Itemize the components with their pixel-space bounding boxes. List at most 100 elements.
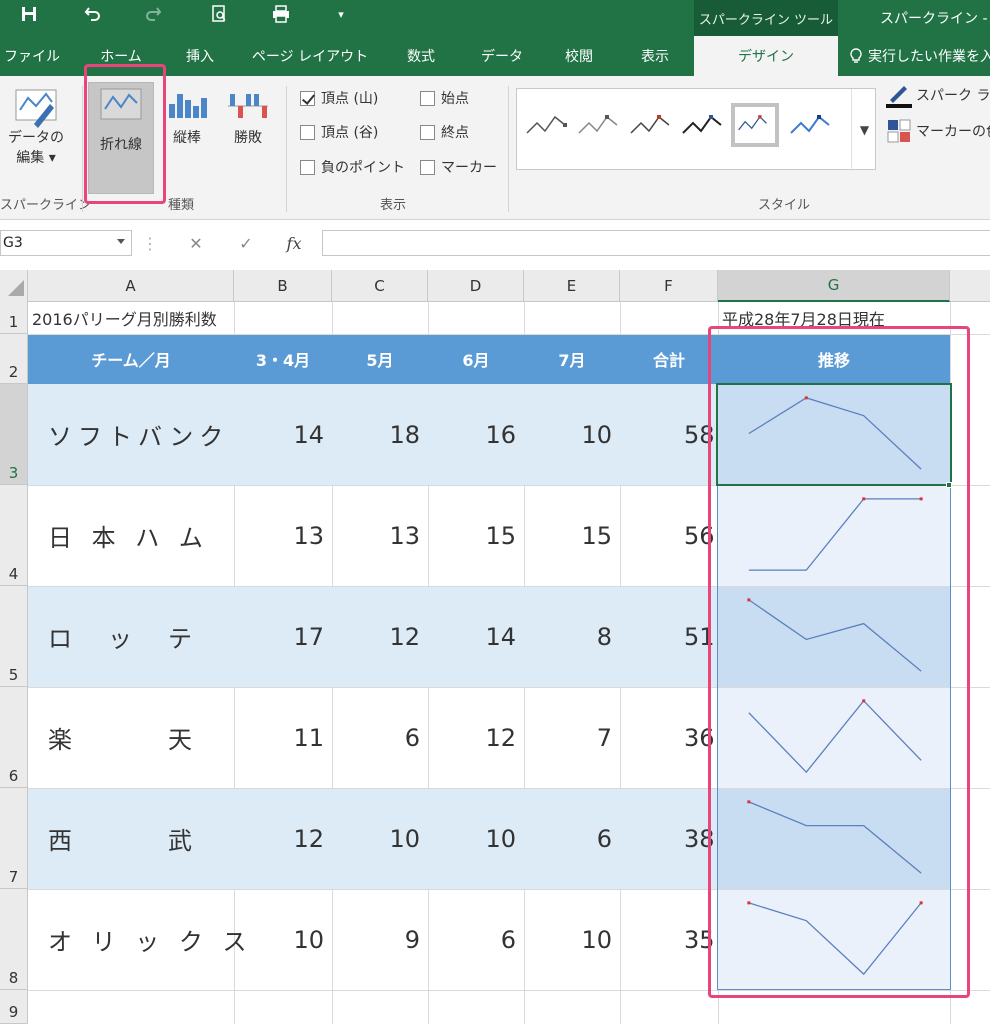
- wins-cell[interactable]: 8: [524, 586, 620, 687]
- tab-page-layout[interactable]: ページ レイアウト: [250, 36, 370, 76]
- low-point-checkbox[interactable]: 頂点 (谷): [300, 122, 378, 142]
- column-sparkline-button[interactable]: 縦棒: [160, 84, 214, 148]
- edit-data-button[interactable]: データの 編集 ▾: [6, 84, 66, 168]
- row-header-7[interactable]: 7: [0, 788, 28, 889]
- select-all-corner[interactable]: [0, 270, 28, 302]
- winloss-sparkline-button[interactable]: 勝敗: [220, 84, 276, 148]
- row-header-2[interactable]: 2: [0, 334, 28, 384]
- wins-cell[interactable]: 10: [234, 889, 332, 990]
- wins-cell[interactable]: 12: [428, 687, 524, 788]
- first-point-checkbox[interactable]: 始点: [420, 88, 469, 108]
- column-header-e[interactable]: E: [524, 270, 620, 302]
- column-header-c[interactable]: C: [332, 270, 428, 302]
- sparkline-style-option[interactable]: [627, 103, 675, 147]
- header-july[interactable]: 7月: [524, 334, 620, 384]
- wins-cell[interactable]: 18: [332, 384, 428, 485]
- wins-cell[interactable]: 14: [428, 586, 524, 687]
- row-header-9[interactable]: 9: [0, 990, 28, 1024]
- sparkline-color-label: スパーク ライ: [916, 88, 990, 104]
- last-point-checkbox[interactable]: 終点: [420, 122, 469, 142]
- last-point-label: 終点: [441, 125, 469, 141]
- wins-cell[interactable]: 10: [428, 788, 524, 889]
- wins-cell[interactable]: 10: [524, 384, 620, 485]
- header-team-month[interactable]: チーム／月: [28, 334, 234, 384]
- ribbon-separator: [508, 86, 509, 212]
- cancel-icon[interactable]: ✕: [178, 230, 214, 256]
- row-header-3[interactable]: 3: [0, 384, 28, 485]
- team-name[interactable]: 西 武: [48, 788, 198, 889]
- save-icon[interactable]: [14, 0, 44, 28]
- row-header-4[interactable]: 4: [0, 485, 28, 586]
- header-may[interactable]: 5月: [332, 334, 428, 384]
- wins-cell[interactable]: 15: [428, 485, 524, 586]
- wins-cell[interactable]: 12: [332, 586, 428, 687]
- insert-function-icon[interactable]: fx: [276, 230, 312, 256]
- marker-color-button[interactable]: マーカーの色: [886, 118, 990, 144]
- sparkline-style-option[interactable]: [679, 103, 727, 147]
- column-header-b[interactable]: B: [234, 270, 332, 302]
- sparkline-style-option-selected[interactable]: [731, 103, 779, 147]
- wins-cell[interactable]: 6: [428, 889, 524, 990]
- team-name[interactable]: 楽 天: [48, 687, 198, 788]
- team-name[interactable]: 日 本 ハ ム: [48, 485, 209, 586]
- quick-print-icon[interactable]: [266, 0, 296, 28]
- column-header-a[interactable]: A: [28, 270, 234, 302]
- sparkline-style-option[interactable]: [575, 103, 623, 147]
- worksheet-grid[interactable]: A B C D E F G 1 2016パリーグ月別勝利数 平成28年7月28日…: [0, 270, 990, 1024]
- column-header-d[interactable]: D: [428, 270, 524, 302]
- sparkline-style-option[interactable]: [523, 103, 571, 147]
- wins-cell[interactable]: 13: [234, 485, 332, 586]
- tab-review[interactable]: 校閲: [548, 36, 610, 76]
- group-label-style: スタイル: [758, 198, 811, 213]
- header-june[interactable]: 6月: [428, 334, 524, 384]
- wins-cell[interactable]: 6: [332, 687, 428, 788]
- wins-cell[interactable]: 14: [234, 384, 332, 485]
- name-box[interactable]: G3: [0, 230, 132, 256]
- formula-input[interactable]: [322, 230, 990, 256]
- tab-formulas[interactable]: 数式: [390, 36, 452, 76]
- wins-cell[interactable]: 7: [524, 687, 620, 788]
- wins-cell[interactable]: 12: [234, 788, 332, 889]
- header-total[interactable]: 合計: [620, 334, 718, 384]
- header-march-april[interactable]: 3・4月: [234, 334, 332, 384]
- pen-color-icon: [886, 86, 912, 108]
- row-header-1[interactable]: 1: [0, 302, 28, 334]
- column-header-h[interactable]: [950, 270, 990, 302]
- wins-cell[interactable]: 9: [332, 889, 428, 990]
- row-header-6[interactable]: 6: [0, 687, 28, 788]
- redo-icon[interactable]: [138, 0, 168, 28]
- sheet-title[interactable]: 2016パリーグ月別勝利数: [32, 302, 217, 334]
- column-header-f[interactable]: F: [620, 270, 718, 302]
- wins-cell[interactable]: 16: [428, 384, 524, 485]
- negative-points-checkbox[interactable]: 負のポイント: [300, 157, 405, 177]
- wins-cell[interactable]: 15: [524, 485, 620, 586]
- wins-cell[interactable]: 10: [332, 788, 428, 889]
- tab-file[interactable]: ファイル: [0, 36, 64, 76]
- tell-me-box[interactable]: 実行したい作業を入: [848, 36, 990, 76]
- customize-qat-icon[interactable]: ▾: [326, 0, 356, 28]
- team-name[interactable]: ソフトバンク: [48, 384, 229, 485]
- gallery-expand-icon[interactable]: ▼: [851, 89, 877, 171]
- undo-icon[interactable]: [78, 0, 108, 28]
- print-preview-icon[interactable]: [204, 0, 234, 28]
- team-name[interactable]: ロ ッ テ: [48, 586, 198, 687]
- row-header-5[interactable]: 5: [0, 586, 28, 687]
- enter-icon[interactable]: ✓: [228, 230, 264, 256]
- wins-cell[interactable]: 13: [332, 485, 428, 586]
- wins-cell[interactable]: 17: [234, 586, 332, 687]
- tab-view[interactable]: 表示: [624, 36, 686, 76]
- sparkline-color-button[interactable]: スパーク ライ: [886, 82, 990, 108]
- team-name[interactable]: オ リ ッ ク ス: [48, 889, 253, 990]
- marker-color-label: マーカーの色: [916, 124, 990, 140]
- wins-cell[interactable]: 11: [234, 687, 332, 788]
- tab-design[interactable]: デザイン: [694, 36, 838, 76]
- row-header-8[interactable]: 8: [0, 889, 28, 990]
- wins-cell[interactable]: 6: [524, 788, 620, 889]
- high-point-checkbox[interactable]: 頂点 (山): [300, 88, 378, 108]
- column-header-g[interactable]: G: [718, 270, 950, 302]
- sparkline-style-option[interactable]: [787, 103, 835, 147]
- markers-checkbox[interactable]: マーカー: [420, 157, 497, 177]
- tab-data[interactable]: データ: [470, 36, 534, 76]
- wins-cell[interactable]: 10: [524, 889, 620, 990]
- tab-insert[interactable]: 挿入: [170, 36, 230, 76]
